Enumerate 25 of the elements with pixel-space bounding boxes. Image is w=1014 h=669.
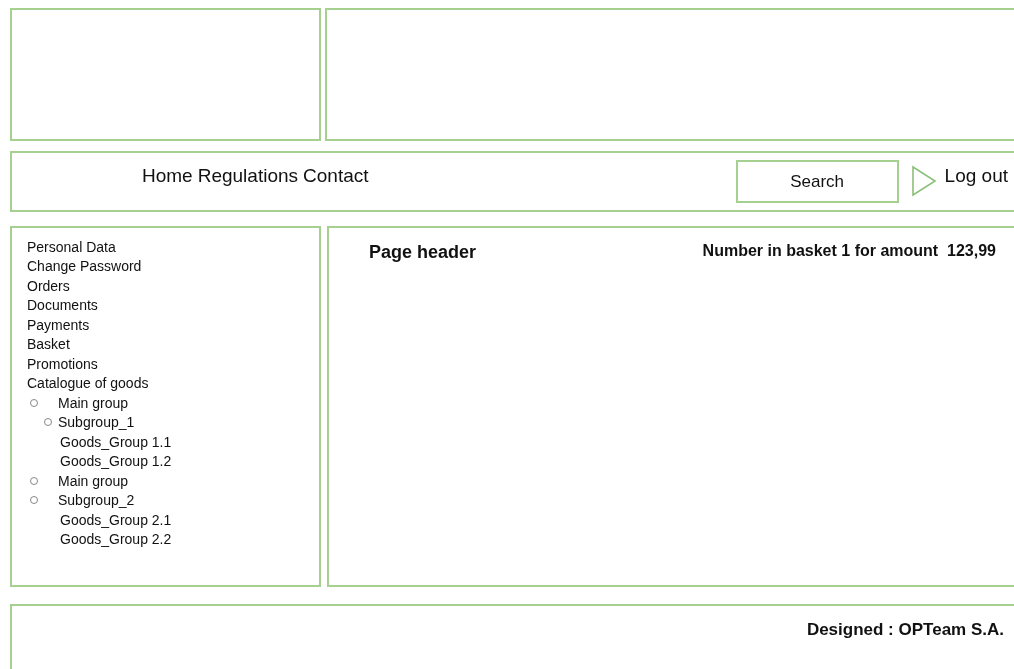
sidebar-item[interactable]: Goods_Group 1.2 [60, 453, 172, 470]
sidebar-item[interactable]: Payments [27, 316, 90, 333]
sidebar-item[interactable]: Goods_Group 2.2 [60, 531, 172, 548]
sidebar-item[interactable]: Change Password [27, 258, 142, 275]
nav-link[interactable]: Regulations [197, 164, 299, 187]
play-triangle-icon[interactable] [910, 164, 937, 197]
page-header: Page header [369, 242, 477, 263]
footer-text: Designed : OPTeam S.A. [806, 620, 1004, 640]
sidebar-item[interactable]: Main group [58, 472, 129, 489]
sidebar-item[interactable]: Main group [58, 394, 129, 411]
search-button[interactable]: Search [735, 160, 899, 203]
sidebar-item[interactable]: Orders [27, 277, 70, 294]
sidebar-item[interactable]: Subgroup_1 [58, 414, 135, 431]
basket-summary: Number in basket 1 for amount 123,99 [702, 242, 996, 261]
nav-link[interactable]: Contact [303, 164, 369, 187]
sidebar-item[interactable]: Goods_Group 1.1 [60, 433, 172, 450]
nav-link[interactable]: Home [142, 164, 193, 187]
sidebar-item[interactable]: Promotions [27, 355, 98, 372]
sidebar-item[interactable]: Subgroup_2 [58, 492, 135, 509]
sidebar-item[interactable]: Basket [27, 336, 70, 353]
sidebar-item[interactable]: Personal Data [27, 238, 116, 255]
logout-link[interactable]: Log out [944, 164, 1008, 187]
sidebar-item[interactable]: Goods_Group 2.1 [60, 511, 172, 528]
sidebar-item[interactable]: Catalogue of goods [27, 375, 149, 392]
sidebar-item[interactable]: Documents [27, 297, 98, 314]
